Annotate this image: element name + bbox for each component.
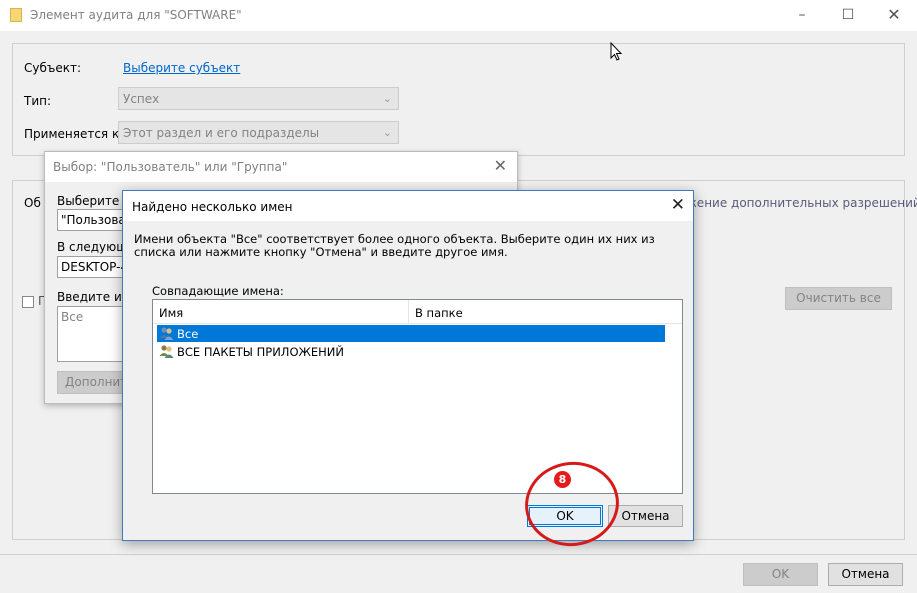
matching-names-label: Совпадающие имена: <box>152 284 284 298</box>
select-subject-link[interactable]: Выберите субъект <box>123 61 240 75</box>
column-header-name[interactable]: Имя <box>153 300 409 324</box>
chevron-down-icon: ⌄ <box>382 92 392 105</box>
names-dialog-titlebar: Найдено несколько имен ✕ <box>123 191 693 221</box>
list-item-name: ВСЕ ПАКЕТЫ ПРИЛОЖЕНИЙ <box>177 345 345 359</box>
maximize-button[interactable]: ☐ <box>825 0 871 31</box>
select-dialog-titlebar: Выбор: "Пользователь" или "Группа" ✕ <box>45 152 517 182</box>
step-number-badge: 8 <box>554 471 571 488</box>
close-icon[interactable]: ✕ <box>671 195 685 215</box>
list-item[interactable]: ВСЕ ПАКЕТЫ ПРИЛОЖЕНИЙ <box>157 343 665 360</box>
main-ok-button[interactable]: OK <box>743 563 818 586</box>
names-dialog-title: Найдено несколько имен <box>132 200 293 214</box>
permissions-label-partial: Об <box>24 196 41 210</box>
type-label: Тип: <box>24 94 52 108</box>
close-button[interactable]: ✕ <box>871 0 917 31</box>
list-header: Имя В папке <box>153 300 682 324</box>
clear-all-button[interactable]: Очистить все <box>785 287 892 310</box>
user-group-icon <box>159 344 174 359</box>
extra-permissions-link[interactable]: жение дополнительных разрешений <box>686 196 917 210</box>
mouse-cursor-icon <box>610 41 623 65</box>
folder-icon <box>10 8 22 22</box>
list-item[interactable]: Все <box>157 325 665 342</box>
window-title: Элемент аудита для "SOFTWARE" <box>30 8 242 22</box>
column-header-folder[interactable]: В папке <box>409 300 682 324</box>
user-group-icon <box>159 326 174 341</box>
chevron-down-icon: ⌄ <box>382 126 392 139</box>
names-dialog-message: Имени объекта "Все" соответствует более … <box>134 232 655 259</box>
applies-to-value: Этот раздел и его подразделы <box>123 126 320 140</box>
minimize-button[interactable]: – <box>779 0 825 31</box>
main-titlebar: Элемент аудита для "SOFTWARE" – ☐ ✕ <box>0 0 917 31</box>
list-item-name: Все <box>177 327 199 341</box>
type-dropdown-value: Успех <box>123 92 160 106</box>
subject-label: Субъект: <box>24 61 82 75</box>
select-dialog-title: Выбор: "Пользователь" или "Группа" <box>53 160 288 174</box>
applies-to-dropdown[interactable]: Этот раздел и его подразделы ⌄ <box>118 121 399 144</box>
main-cancel-button[interactable]: Отмена <box>828 563 903 586</box>
close-icon[interactable]: ✕ <box>494 156 507 175</box>
inherit-checkbox[interactable] <box>22 296 34 308</box>
applies-to-label: Применяется к: <box>24 127 124 141</box>
type-dropdown[interactable]: Успех ⌄ <box>118 87 399 110</box>
cancel-button[interactable]: Отмена <box>608 505 683 527</box>
matching-names-list[interactable]: Имя В папке Все ВСЕ ПАКЕТЫ ПРИЛОЖЕНИЙ <box>152 299 683 494</box>
